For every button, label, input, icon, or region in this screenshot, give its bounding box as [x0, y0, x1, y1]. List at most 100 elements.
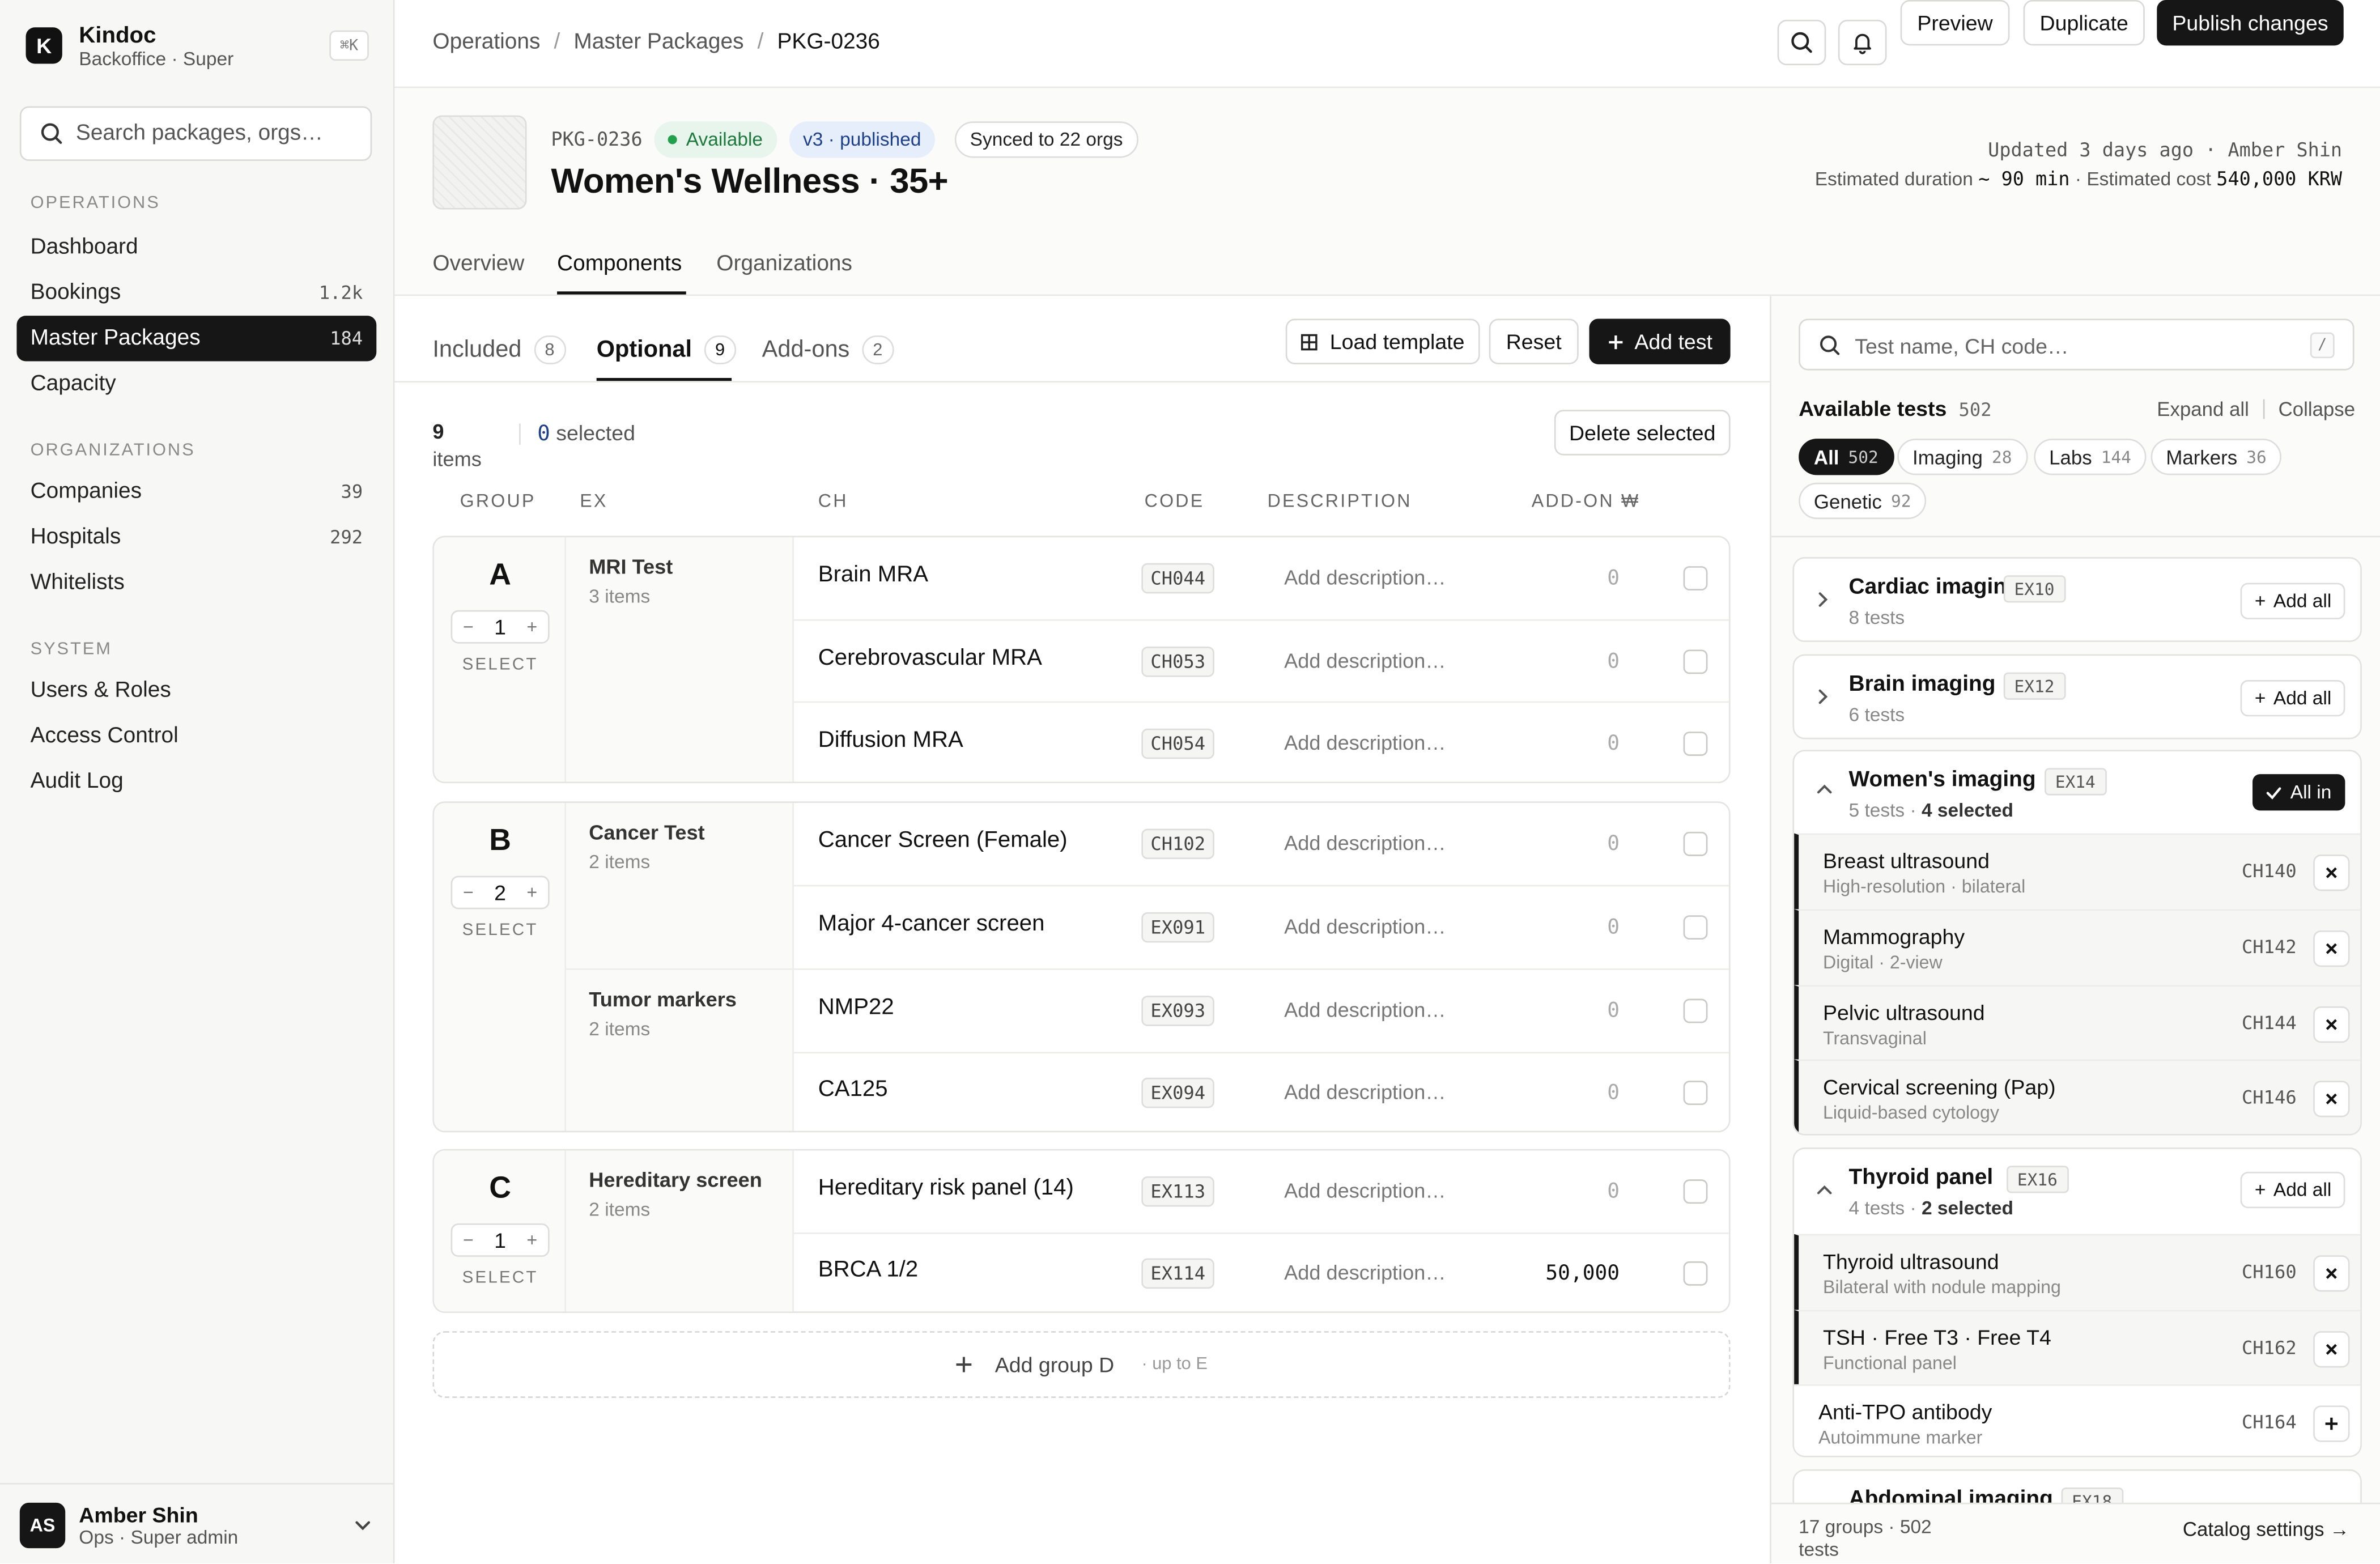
publish-button[interactable]: Publish changes [2157, 0, 2344, 46]
add-group-button[interactable]: Add group D · up to E [432, 1331, 1731, 1398]
description-input[interactable]: Add description… [1284, 732, 1446, 754]
select-count-stepper[interactable]: − 1 + [450, 610, 550, 644]
preview-button[interactable]: Preview [1900, 0, 2010, 46]
sidebar-item-dashboard[interactable]: Dashboard [16, 224, 376, 270]
add-test-button[interactable]: Add test [1589, 318, 1731, 364]
sidebar-item-access-control[interactable]: Access Control [16, 713, 376, 759]
row-checkbox[interactable] [1683, 1261, 1708, 1286]
filter-labs[interactable]: Labs 144 [2034, 439, 2147, 475]
row-checkbox[interactable] [1683, 998, 1708, 1023]
duplicate-button[interactable]: Duplicate [2023, 0, 2145, 46]
minus-icon[interactable]: − [463, 617, 474, 638]
brand-logo[interactable]: K [26, 27, 62, 64]
tab-organizations[interactable]: Organizations [716, 252, 852, 277]
table-row[interactable]: CA125 EX094 Add description… 0 [794, 1052, 1729, 1130]
row-checkbox[interactable] [1683, 1081, 1708, 1106]
collapse-link[interactable]: Collapse [2279, 398, 2356, 420]
catalog-test-item[interactable]: Cervical screening (Pap) Liquid-based cy… [1794, 1059, 2361, 1134]
remove-button[interactable] [2313, 930, 2350, 967]
addon-price[interactable]: 0 [1607, 649, 1620, 674]
sidebar-item-audit-log[interactable]: Audit Log [16, 759, 376, 804]
select-count-stepper[interactable]: − 1 + [450, 1223, 550, 1257]
filter-imaging[interactable]: Imaging 28 [1897, 439, 2028, 475]
remove-button[interactable] [2313, 1081, 2350, 1117]
subtab-included[interactable]: Included 8 [432, 335, 566, 364]
subtab-optional[interactable]: Optional 9 [597, 335, 736, 364]
tab-components[interactable]: Components [557, 252, 682, 277]
row-checkbox[interactable] [1683, 649, 1708, 674]
sidebar-item-master-packages[interactable]: Master Packages 184 [16, 316, 377, 362]
addon-price[interactable]: 0 [1607, 1081, 1620, 1105]
select-count-stepper[interactable]: − 2 + [450, 876, 550, 910]
addon-price[interactable]: 0 [1607, 832, 1620, 856]
filter-all[interactable]: All 502 [1799, 439, 1894, 475]
load-template-button[interactable]: Load template [1285, 318, 1480, 364]
row-checkbox[interactable] [1683, 831, 1708, 856]
table-row[interactable]: Brain MRA CH044 Add description… 0 [794, 537, 1729, 620]
catalog-test-item[interactable]: Mammography Digital · 2-view CH142 [1794, 909, 2361, 985]
add-all-button[interactable]: + Add all [2241, 680, 2345, 717]
catalog-search[interactable]: Test name, CH code… / [1799, 318, 2354, 371]
category-brain-imaging[interactable]: Brain imaging EX12 6 tests + Add all [1792, 654, 2362, 740]
remove-button[interactable] [2313, 1006, 2350, 1043]
description-input[interactable]: Add description… [1284, 649, 1446, 672]
sidebar-item-companies[interactable]: Companies 39 [16, 469, 376, 515]
description-input[interactable]: Add description… [1284, 1179, 1446, 1202]
add-button[interactable] [2313, 1405, 2350, 1442]
row-checkbox[interactable] [1683, 915, 1708, 940]
chevron-right-icon[interactable] [1816, 687, 1831, 706]
category-cardiac-imaging[interactable]: Cardiac imaging EX10 8 tests + Add all [1792, 557, 2362, 643]
chevron-right-icon[interactable] [1816, 590, 1831, 609]
subtab-add-ons[interactable]: Add-ons 2 [762, 335, 894, 364]
catalog-test-item[interactable]: Thyroid ultrasound Bilateral with nodule… [1794, 1234, 2361, 1310]
search-button[interactable] [1777, 19, 1826, 66]
delete-selected-button[interactable]: Delete selected [1554, 410, 1731, 456]
sidebar-item-capacity[interactable]: Capacity [16, 362, 376, 407]
remove-button[interactable] [2313, 1331, 2350, 1368]
minus-icon[interactable]: − [463, 882, 474, 903]
breadcrumb-operations[interactable]: Operations [432, 31, 540, 55]
sidebar-item-hospitals[interactable]: Hospitals 292 [16, 515, 376, 560]
row-checkbox[interactable] [1683, 1179, 1708, 1204]
remove-button[interactable] [2313, 1255, 2350, 1292]
catalog-test-item[interactable]: Anti-TPO antibody Autoimmune marker CH16… [1794, 1384, 2361, 1456]
table-row[interactable]: NMP22 EX093 Add description… 0 [794, 970, 1729, 1053]
remove-button[interactable] [2313, 855, 2350, 891]
filter-genetic[interactable]: Genetic 92 [1799, 482, 1927, 520]
row-checkbox[interactable] [1683, 732, 1708, 756]
tab-overview[interactable]: Overview [432, 252, 524, 277]
notifications-button[interactable] [1838, 19, 1887, 66]
table-row[interactable]: Hereditary risk panel (14) EX113 Add des… [794, 1150, 1729, 1234]
table-row[interactable]: Cerebrovascular MRA CH053 Add descriptio… [794, 621, 1729, 704]
expand-all-link[interactable]: Expand all [2157, 398, 2249, 420]
chevron-up-icon[interactable] [1816, 1183, 1834, 1198]
description-input[interactable]: Add description… [1284, 1261, 1446, 1284]
add-all-button[interactable]: + Add all [2241, 583, 2345, 619]
description-input[interactable]: Add description… [1284, 566, 1446, 589]
row-checkbox[interactable] [1683, 566, 1708, 590]
add-all-button[interactable]: + Add all [2241, 1171, 2345, 1209]
filter-markers[interactable]: Markers 36 [2150, 439, 2282, 475]
addon-price[interactable]: 0 [1607, 999, 1620, 1023]
addon-price[interactable]: 50,000 [1545, 1261, 1620, 1286]
sidebar-item-bookings[interactable]: Bookings 1.2k [16, 270, 376, 316]
breadcrumb-master-packages[interactable]: Master Packages [573, 31, 743, 55]
catalog-test-item[interactable]: Breast ultrasound High-resolution · bila… [1794, 833, 2361, 910]
plus-icon[interactable]: + [526, 1230, 537, 1251]
catalog-settings-link[interactable]: Catalog settings → [2183, 1518, 2350, 1542]
chevron-up-icon[interactable] [1816, 781, 1834, 797]
description-input[interactable]: Add description… [1284, 1081, 1446, 1103]
catalog-test-item[interactable]: Pelvic ultrasound Transvaginal CH144 [1794, 985, 2361, 1061]
sync-badge[interactable]: Synced to 22 orgs [954, 121, 1138, 158]
table-row[interactable]: Diffusion MRA CH054 Add description… 0 [794, 703, 1729, 781]
sidebar-search[interactable]: Search packages, orgs… [19, 106, 372, 161]
all-in-button[interactable]: All in [2252, 774, 2345, 811]
addon-price[interactable]: 0 [1607, 566, 1620, 590]
description-input[interactable]: Add description… [1284, 832, 1446, 855]
table-row[interactable]: BRCA 1/2 EX114 Add description… 50,000 [794, 1232, 1729, 1311]
command-shortcut[interactable]: ⌘K [329, 30, 369, 61]
catalog-test-item[interactable]: TSH · Free T3 · Free T4 Functional panel… [1794, 1310, 2361, 1386]
table-row[interactable]: Major 4-cancer screen EX091 Add descript… [794, 886, 1729, 970]
table-row[interactable]: Cancer Screen (Female) CH102 Add descrip… [794, 803, 1729, 886]
addon-price[interactable]: 0 [1607, 915, 1620, 940]
